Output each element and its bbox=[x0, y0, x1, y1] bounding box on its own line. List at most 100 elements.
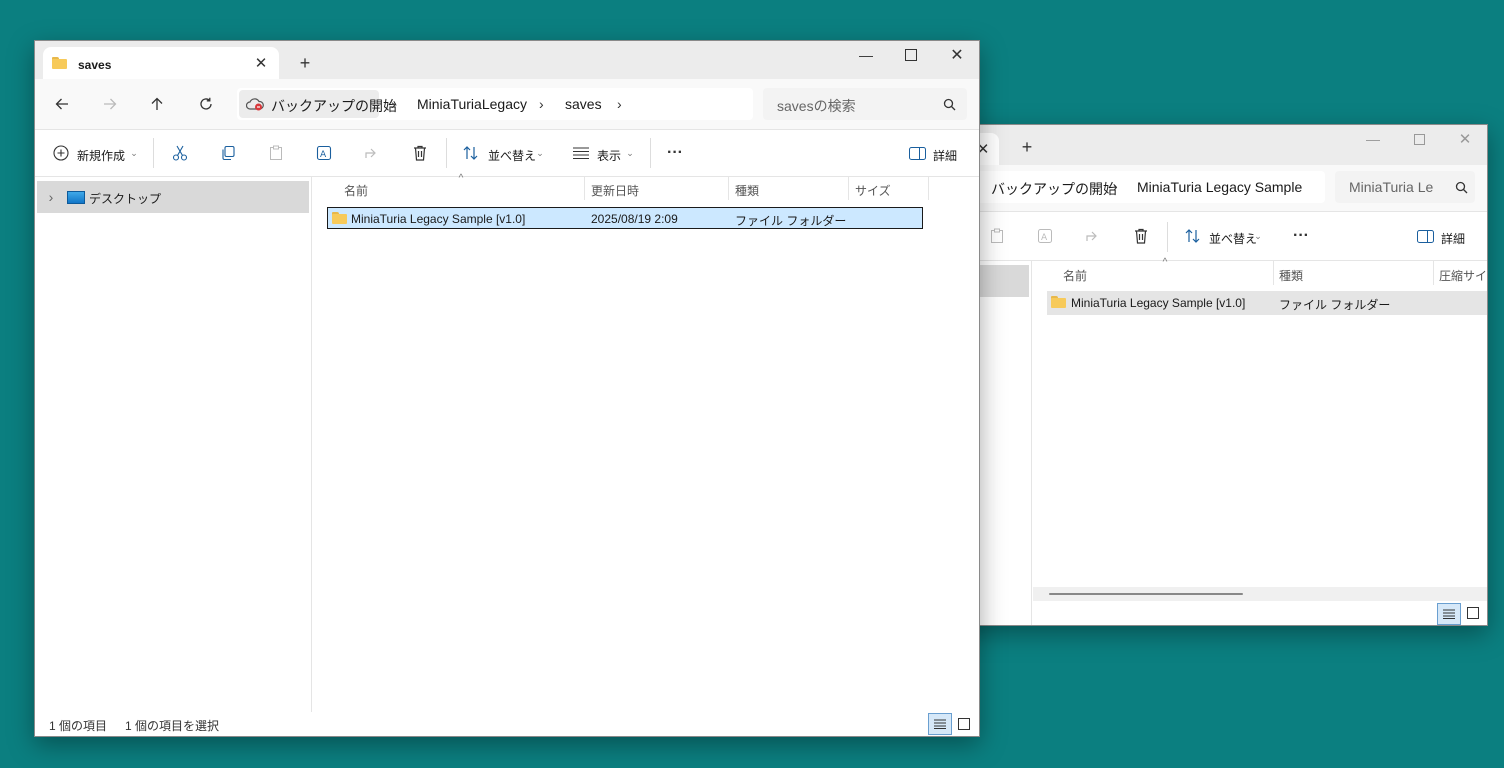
sidebar-item-desktop[interactable]: › デスクトップ bbox=[37, 181, 309, 213]
sort-icon[interactable] bbox=[1183, 226, 1203, 246]
details-view-icon[interactable] bbox=[928, 713, 952, 735]
details-view-icon[interactable] bbox=[1437, 603, 1461, 625]
chevron-right-icon: › bbox=[391, 96, 396, 112]
back-file-list: ^ 名前 種類 圧縮サイズ MiniaTuria Legacy Sample [… bbox=[1033, 257, 1487, 591]
chevron-right-icon[interactable]: › bbox=[43, 187, 59, 207]
file-name: MiniaTuria Legacy Sample [v1.0] bbox=[351, 212, 526, 226]
sort-button[interactable]: 並べ替え bbox=[488, 147, 536, 164]
breadcrumb-root[interactable]: バックアップの開始 bbox=[239, 90, 397, 118]
paste-icon[interactable] bbox=[266, 143, 286, 163]
new-button[interactable]: 新規作成 bbox=[77, 147, 125, 164]
details-button[interactable]: 詳細 bbox=[1441, 230, 1465, 247]
separator bbox=[650, 138, 651, 168]
svg-text:A: A bbox=[1041, 233, 1048, 243]
horizontal-scrollbar-thumb[interactable] bbox=[1049, 593, 1243, 595]
close-icon[interactable]: ✕ bbox=[947, 45, 967, 65]
sort-button[interactable]: 並べ替え bbox=[1209, 230, 1257, 247]
column-header-name[interactable]: 名前 bbox=[344, 182, 368, 199]
front-title-bar: saves ✕ + — ✕ bbox=[35, 41, 979, 79]
breadcrumb-item[interactable]: saves bbox=[565, 96, 602, 112]
file-row[interactable]: MiniaTuria Legacy Sample [v1.0] 2025/08/… bbox=[327, 207, 923, 229]
close-icon[interactable]: ✕ bbox=[1455, 129, 1475, 149]
chevron-down-icon[interactable]: ⌄ bbox=[625, 143, 635, 163]
column-header-compressed-size[interactable]: 圧縮サイズ bbox=[1439, 267, 1487, 284]
delete-icon[interactable] bbox=[410, 143, 430, 163]
column-divider bbox=[928, 176, 929, 200]
front-nav-bar: バックアップの開始 › MiniaTuriaLegacy › saves › s… bbox=[35, 79, 979, 129]
new-tab-icon[interactable]: + bbox=[1017, 137, 1037, 157]
paste-icon[interactable] bbox=[987, 226, 1007, 246]
sort-ascending-icon: ^ bbox=[1162, 256, 1168, 268]
separator bbox=[446, 138, 447, 168]
cloud-backup-icon bbox=[245, 94, 265, 114]
sort-ascending-icon: ^ bbox=[458, 172, 464, 184]
file-type: ファイル フォルダー bbox=[735, 214, 847, 228]
view-icon[interactable] bbox=[571, 143, 591, 163]
column-divider bbox=[1433, 261, 1434, 285]
search-placeholder: MiniaTuria Le bbox=[1349, 179, 1434, 195]
column-header-modified[interactable]: 更新日時 bbox=[591, 182, 639, 199]
breadcrumb-item[interactable]: バックアップの開始 bbox=[271, 96, 397, 116]
column-divider bbox=[728, 176, 729, 200]
more-icon[interactable]: ··· bbox=[1291, 226, 1311, 246]
details-pane-icon[interactable] bbox=[907, 143, 927, 163]
breadcrumb-item[interactable]: MiniaTuriaLegacy bbox=[417, 96, 527, 112]
search-icon[interactable] bbox=[1451, 177, 1471, 197]
search-icon[interactable] bbox=[939, 94, 959, 114]
tab-title: saves bbox=[78, 58, 112, 72]
arrow-left-icon[interactable] bbox=[51, 93, 73, 115]
tab-saves[interactable]: saves ✕ bbox=[43, 47, 279, 79]
refresh-icon[interactable] bbox=[195, 93, 217, 115]
arrow-up-icon[interactable] bbox=[146, 93, 168, 115]
details-pane-icon[interactable] bbox=[1415, 226, 1435, 246]
horizontal-scrollbar-track[interactable] bbox=[1033, 587, 1487, 601]
back-address-bar[interactable]: バックアップの開始 › MiniaTuria Legacy Sample bbox=[963, 171, 1325, 203]
tiles-view-icon[interactable] bbox=[1463, 603, 1483, 623]
rename-icon[interactable]: A bbox=[1035, 226, 1055, 246]
tiles-view-icon[interactable] bbox=[954, 714, 974, 734]
back-search-input[interactable]: MiniaTuria Le bbox=[1335, 171, 1475, 203]
search-input[interactable]: savesの検索 bbox=[763, 88, 967, 120]
svg-text:A: A bbox=[320, 150, 327, 160]
minimize-icon[interactable]: — bbox=[1363, 129, 1383, 149]
add-icon[interactable] bbox=[51, 143, 71, 163]
sort-icon[interactable] bbox=[461, 143, 481, 163]
chevron-down-icon[interactable]: ⌄ bbox=[535, 143, 545, 163]
sidebar-item-label: デスクトップ bbox=[89, 192, 162, 206]
maximize-icon[interactable] bbox=[901, 45, 921, 65]
tab-close-icon[interactable]: ✕ bbox=[251, 53, 271, 73]
view-button[interactable]: 表示 bbox=[597, 147, 621, 164]
minimize-icon[interactable]: — bbox=[856, 45, 876, 65]
column-header-size[interactable]: サイズ bbox=[855, 182, 891, 199]
cut-icon[interactable] bbox=[170, 143, 190, 163]
folder-icon bbox=[1051, 296, 1066, 308]
delete-icon[interactable] bbox=[1131, 226, 1151, 246]
details-button[interactable]: 詳細 bbox=[933, 147, 957, 164]
chevron-right-icon[interactable]: › bbox=[617, 96, 622, 112]
arrow-right-icon[interactable] bbox=[99, 93, 121, 115]
chevron-down-icon[interactable]: ⌄ bbox=[1253, 226, 1263, 246]
rename-icon[interactable]: A bbox=[314, 143, 334, 163]
separator bbox=[1167, 222, 1168, 252]
chevron-right-icon: › bbox=[539, 96, 544, 112]
chevron-down-icon[interactable]: ⌄ bbox=[129, 143, 139, 163]
folder-icon bbox=[332, 212, 347, 224]
new-tab-icon[interactable]: + bbox=[295, 53, 315, 73]
file-list: ^ 名前 更新日時 種類 サイズ MiniaTuria Legacy Sampl… bbox=[313, 173, 979, 712]
column-header-name[interactable]: 名前 bbox=[1063, 267, 1087, 284]
file-row[interactable]: MiniaTuria Legacy Sample [v1.0] ファイル フォル… bbox=[1047, 291, 1487, 315]
back-title-bar: ✕ + — ✕ bbox=[959, 125, 1487, 165]
column-header-type[interactable]: 種類 bbox=[735, 182, 759, 199]
more-icon[interactable]: ··· bbox=[665, 143, 685, 163]
breadcrumb-item[interactable]: バックアップの開始 bbox=[991, 179, 1117, 199]
folder-icon bbox=[52, 57, 67, 69]
maximize-icon[interactable] bbox=[1409, 129, 1429, 149]
share-icon[interactable] bbox=[1083, 226, 1103, 246]
copy-icon[interactable] bbox=[218, 143, 238, 163]
separator bbox=[153, 138, 154, 168]
column-divider bbox=[848, 176, 849, 200]
front-address-bar[interactable]: バックアップの開始 › MiniaTuriaLegacy › saves › bbox=[237, 88, 753, 120]
breadcrumb-item[interactable]: MiniaTuria Legacy Sample bbox=[1137, 179, 1302, 195]
share-icon[interactable] bbox=[362, 143, 382, 163]
column-header-type[interactable]: 種類 bbox=[1279, 267, 1303, 284]
